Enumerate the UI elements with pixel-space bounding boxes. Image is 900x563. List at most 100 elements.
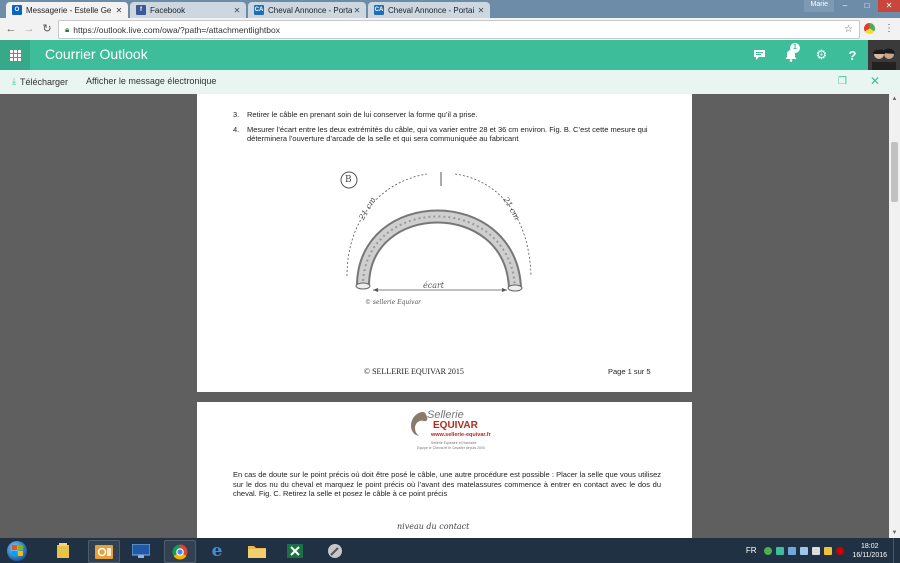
monitor-icon <box>132 543 150 558</box>
taskbar-app-misc[interactable] <box>320 540 350 561</box>
facebook-icon: f <box>136 5 146 15</box>
logo-tagline2: Equipe le Cheval et le Cavalier depuis 2… <box>417 446 485 450</box>
show-message-button[interactable]: Afficher le message électronique <box>86 76 216 86</box>
logo-url: www.sellerie-equivar.fr <box>431 432 491 438</box>
network-icon[interactable] <box>788 546 797 555</box>
warning-icon[interactable] <box>824 546 833 555</box>
language-indicator[interactable]: FR <box>746 546 757 555</box>
taskbar-excel[interactable] <box>280 540 310 561</box>
volume-icon[interactable] <box>836 546 845 555</box>
ca-icon: CA <box>374 5 384 15</box>
bookmark-star-icon[interactable]: ☆ <box>844 24 853 35</box>
attachment-toolbar: ⤓ Télécharger Afficher le message électr… <box>0 70 900 95</box>
outlook-icon <box>95 544 113 559</box>
procedure-paragraph: En cas de doute sur le point précis où d… <box>233 470 661 498</box>
sellerie-equivar-logo: Sellerie EQUIVAR www.sellerie-equivar.fr… <box>407 408 491 460</box>
download-icon: ⤓ <box>12 76 16 86</box>
minimize-icon[interactable]: – <box>834 0 856 12</box>
notifications-bell-icon[interactable]: 1 <box>775 40 806 70</box>
close-icon[interactable]: ✕ <box>232 6 242 15</box>
viewer-scrollbar[interactable]: ▲ ▼ <box>889 94 900 538</box>
tab-cheval-annonce-2[interactable]: CA Cheval Annonce - Portai ✕ <box>368 2 490 18</box>
extension-icon[interactable] <box>864 23 875 34</box>
tab-label: Messagerie - Estelle Ge <box>26 5 112 15</box>
scroll-up-icon[interactable]: ▲ <box>891 96 898 102</box>
taskbar-internet-explorer[interactable]: e <box>202 540 232 561</box>
forward-icon[interactable]: → <box>22 22 36 36</box>
taskbar-outlook[interactable] <box>88 540 120 563</box>
system-tray: FR 18:02 16/11/2016 <box>746 538 900 563</box>
maximize-icon[interactable]: □ <box>856 0 878 12</box>
display-icon[interactable] <box>800 546 809 555</box>
help-icon[interactable]: ? <box>837 40 868 70</box>
download-label: Télécharger <box>19 76 69 87</box>
chrome-icon <box>172 543 188 560</box>
notification-badge: 1 <box>790 43 800 53</box>
excel-icon <box>287 543 303 558</box>
reload-icon[interactable]: ↻ <box>40 22 54 36</box>
back-icon[interactable]: ← <box>4 22 18 36</box>
list-number: 3. <box>233 110 240 119</box>
taskbar-file-explorer[interactable] <box>48 540 78 561</box>
popout-icon[interactable]: ❐ <box>838 76 847 87</box>
app-launcher-icon[interactable] <box>0 40 30 70</box>
skype-icon[interactable] <box>776 546 785 555</box>
document-viewer[interactable]: 3. Retirer le câble en prenant soin de l… <box>0 94 889 538</box>
tab-label: Cheval Annonce - Portai <box>388 5 475 15</box>
figure-b-cable-arc <box>340 171 532 292</box>
close-viewer-icon[interactable]: ✕ <box>870 74 880 88</box>
chat-icon[interactable] <box>744 40 775 70</box>
file-explorer-icon <box>57 542 69 558</box>
list-number: 4. <box>233 125 240 134</box>
footer-page-number: Page 1 sur 5 <box>608 367 651 376</box>
flag-icon[interactable] <box>812 546 821 555</box>
logo-line2: EQUIVAR <box>433 420 478 431</box>
avatar[interactable] <box>868 40 900 70</box>
tab-label: Facebook <box>150 5 186 15</box>
tab-messagerie[interactable]: O Messagerie - Estelle Ge ✕ <box>6 2 128 18</box>
tab-facebook[interactable]: f Facebook ✕ <box>130 2 246 18</box>
tab-label: Cheval Annonce - Portai <box>268 5 352 15</box>
close-icon[interactable]: ✕ <box>114 6 124 15</box>
windows-taskbar: e FR 18:02 16/11/2016 <box>0 538 900 563</box>
scroll-down-icon[interactable]: ▼ <box>891 530 898 536</box>
app-title[interactable]: Courrier Outlook <box>45 46 148 62</box>
window-close-icon[interactable]: ✕ <box>878 0 900 12</box>
address-bar-row: ← → ↻ 🔒︎ https://outlook.live.com/owa/?p… <box>0 18 900 41</box>
horse-head-icon <box>411 412 428 436</box>
url-text: https://outlook.live.com/owa/?path=/atta… <box>73 24 280 35</box>
outlook-header: Courrier Outlook 1 ⚙ ? <box>0 40 900 70</box>
sync-icon[interactable] <box>764 546 773 555</box>
close-icon[interactable]: ✕ <box>352 6 362 15</box>
scrollbar-thumb[interactable] <box>891 142 898 202</box>
profile-name[interactable]: Marie <box>804 0 834 12</box>
footer-copyright: © SELLERIE EQUIVAR 2015 <box>364 367 464 376</box>
browser-tab-strip: O Messagerie - Estelle Ge ✕ f Facebook ✕… <box>0 0 900 18</box>
logo-tagline1: Sellerie Equestre et Harnaise <box>431 441 477 445</box>
handwritten-note: niveau du contact <box>397 522 470 531</box>
taskbar-chrome[interactable] <box>164 540 196 563</box>
internet-explorer-icon: e <box>211 540 223 561</box>
pdf-page-1: 3. Retirer le câble en prenant soin de l… <box>197 94 692 392</box>
clock-time: 18:02 <box>860 542 879 550</box>
figure-credit: © sellerie Equivar <box>365 299 422 306</box>
window-controls: Marie – □ ✕ <box>804 0 900 12</box>
folder-icon <box>248 545 266 558</box>
list-text: Mesurer l’écart entre les deux extrémité… <box>247 125 648 143</box>
settings-gear-icon[interactable]: ⚙ <box>806 40 837 70</box>
start-button[interactable] <box>4 538 30 563</box>
tab-cheval-annonce-1[interactable]: CA Cheval Annonce - Portai ✕ <box>248 2 366 18</box>
ca-icon: CA <box>254 5 264 15</box>
download-button[interactable]: ⤓ Télécharger <box>12 76 68 87</box>
system-clock[interactable]: 18:02 16/11/2016 <box>852 542 887 560</box>
show-message-label: Afficher le message électronique <box>86 76 217 86</box>
menu-dots-icon[interactable]: ⋮ <box>882 22 896 36</box>
show-desktop-button[interactable] <box>893 538 900 563</box>
close-icon[interactable]: ✕ <box>476 6 486 15</box>
clock-date: 16/11/2016 <box>852 551 887 559</box>
url-input[interactable]: 🔒︎ https://outlook.live.com/owa/?path=/a… <box>58 20 860 39</box>
wrench-icon <box>328 543 342 558</box>
taskbar-folder[interactable] <box>242 540 272 561</box>
figure-gap-label: écart <box>423 281 445 290</box>
taskbar-remote-desktop[interactable] <box>126 540 156 561</box>
